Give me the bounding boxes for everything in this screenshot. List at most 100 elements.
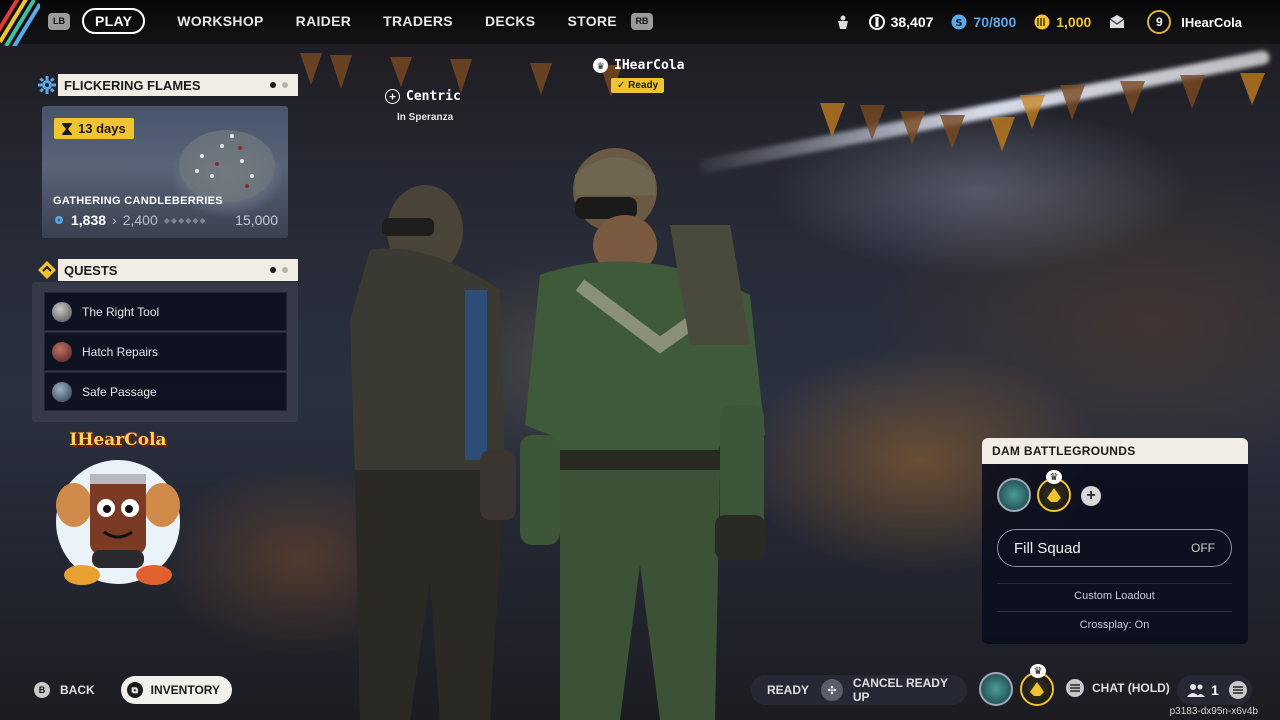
teammate-tag[interactable]: + Centric [385,89,461,104]
background-light-strip [698,49,1271,174]
page-dots [270,82,288,88]
quest-item[interactable]: Hatch Repairs [44,332,287,371]
plus-circle-icon: + [385,89,400,104]
quest-item[interactable]: The Right Tool [44,292,287,331]
custom-loadout-option[interactable]: Custom Loadout [997,590,1232,602]
raider-green-suit-figure [520,148,765,720]
event-objective: GATHERING CANDLEBERRIES [53,195,223,207]
gear-small-icon [55,216,63,224]
quest-giver-icon [52,381,72,402]
session-id: p3183-dx95n-x6v4b [1169,706,1258,717]
game-logo-stripes [0,0,40,46]
fill-squad-label: Fill Squad [1014,539,1081,557]
ready-bar[interactable]: READY ✣ CANCEL READY UP [751,675,967,705]
controller-button-icon: ✣ [821,679,843,701]
quest-giver-icon [52,301,72,322]
inventory-label: INVENTORY [150,683,221,697]
back-button[interactable]: BACK [60,683,95,697]
event-card[interactable]: 13 days GATHERING CANDLEBERRIES 1,838 › … [42,106,288,238]
loadout-icon-button[interactable] [835,14,851,30]
cancel-ready-up-button[interactable]: CANCEL READY UP [853,676,967,704]
divider [997,583,1232,584]
event-progress: 1,838 › 2,400 ◆◆◆◆◆◆ 15,000 [53,212,278,228]
page-dots [270,267,288,273]
hourglass-icon [62,122,72,135]
leader-tag[interactable]: ♛ IHearCola [593,58,684,73]
ready-status-text: Ready [628,80,659,91]
quest-label: Safe Passage [82,384,157,399]
quest-label: Hatch Repairs [82,344,159,359]
squad-slot-teammate[interactable] [997,478,1031,512]
coin-icon [868,14,885,30]
tab-store[interactable]: STORE [567,13,616,29]
chevron-right-icon: › [112,212,117,228]
backpack-person-icon [837,15,848,29]
fill-squad-toggle[interactable]: Fill Squad OFF [997,529,1232,567]
crossplay-option[interactable]: Crossplay: On [997,619,1232,631]
cred-icon [1034,14,1050,30]
tab-play[interactable]: PLAY [82,8,146,34]
tab-traders[interactable]: TRADERS [383,13,453,29]
teammate-name: Centric [406,89,461,104]
map-name[interactable]: DAM BATTLEGROUNDS [982,438,1248,464]
tokens-value: 70/800 [973,14,1017,30]
bottom-squad-slot-teammate[interactable] [979,672,1013,706]
raider-hooded-figure [350,185,516,720]
tab-decks[interactable]: DECKS [485,13,536,29]
coins-value: 38,407 [890,14,934,30]
teammate-location: In Speranza [397,112,454,123]
ready-label: READY [767,683,810,697]
tab-workshop[interactable]: WORKSHOP [177,13,263,29]
tokens-stat: S 70/800 [951,14,1016,30]
chat-button[interactable]: CHAT (HOLD) [1066,679,1170,697]
people-icon [1187,684,1205,697]
gear-icon [36,74,58,96]
mail-button[interactable] [1109,14,1125,30]
mail-icon [1109,15,1125,28]
party-count: 1 [1211,682,1219,698]
bottom-left-actions: B BACK ⧉ INVENTORY [34,676,233,704]
chat-label: CHAT (HOLD) [1092,681,1170,695]
progress-pips: ◆◆◆◆◆◆ [163,215,207,225]
hand-emblem-icon [1047,488,1061,502]
quest-item[interactable]: Safe Passage [44,372,287,411]
hand-emblem-icon [1030,682,1044,696]
avatar-name: IHearCola [69,430,167,450]
days-remaining-text: 13 days [78,121,126,136]
event-panel-header[interactable]: FLICKERING FLAMES [36,74,298,96]
event-progress-next: 2,400 [122,212,158,228]
quest-giver-icon [52,341,72,362]
rb-button-hint: RB [630,12,653,30]
b-button-hint: B [34,682,50,698]
menu-icon [1228,681,1247,699]
tab-raider[interactable]: RAIDER [296,13,351,29]
check-icon: ✓ [617,80,629,91]
coins-stat: 38,407 [868,14,934,30]
currency-bar: 38,407 S 70/800 1,000 9 IHearCola [817,10,1242,34]
party-button[interactable]: 1 [1177,675,1252,705]
token-icon: S [951,14,967,30]
main-nav: LB PLAY WORKSHOP RAIDER TRADERS DECKS ST… [48,8,653,34]
quests-list: The Right Tool Hatch Repairs Safe Passag… [32,282,298,422]
player-level-badge: 9 [1147,10,1172,34]
squad-panel: DAM BATTLEGROUNDS ♛ + Fill Squad OFF Cus… [982,438,1248,644]
event-progress-current: 1,838 [71,212,107,228]
ready-status-badge: ✓ Ready [611,78,665,93]
crown-icon: ♛ [593,58,608,73]
event-progress-max: 15,000 [235,212,278,228]
player-avatar-badge: IHearCola [52,430,184,595]
quest-label: The Right Tool [82,304,160,319]
quest-diamond-icon [36,259,58,281]
quests-title: QUESTS [64,262,118,278]
inventory-button[interactable]: ⧉ INVENTORY [120,676,233,704]
player-username[interactable]: IHearCola [1181,15,1242,30]
view-button-icon: ⧉ [126,682,143,698]
add-squad-member-button[interactable]: + [1081,486,1101,506]
quests-panel-header[interactable]: QUESTS [36,259,298,281]
days-remaining-badge: 13 days [54,118,134,139]
svg-text:S: S [956,18,963,29]
crown-icon: ♛ [1030,664,1046,678]
menu-icon [1066,679,1084,697]
divider [997,611,1232,612]
candleberry-bush-image [179,130,275,202]
